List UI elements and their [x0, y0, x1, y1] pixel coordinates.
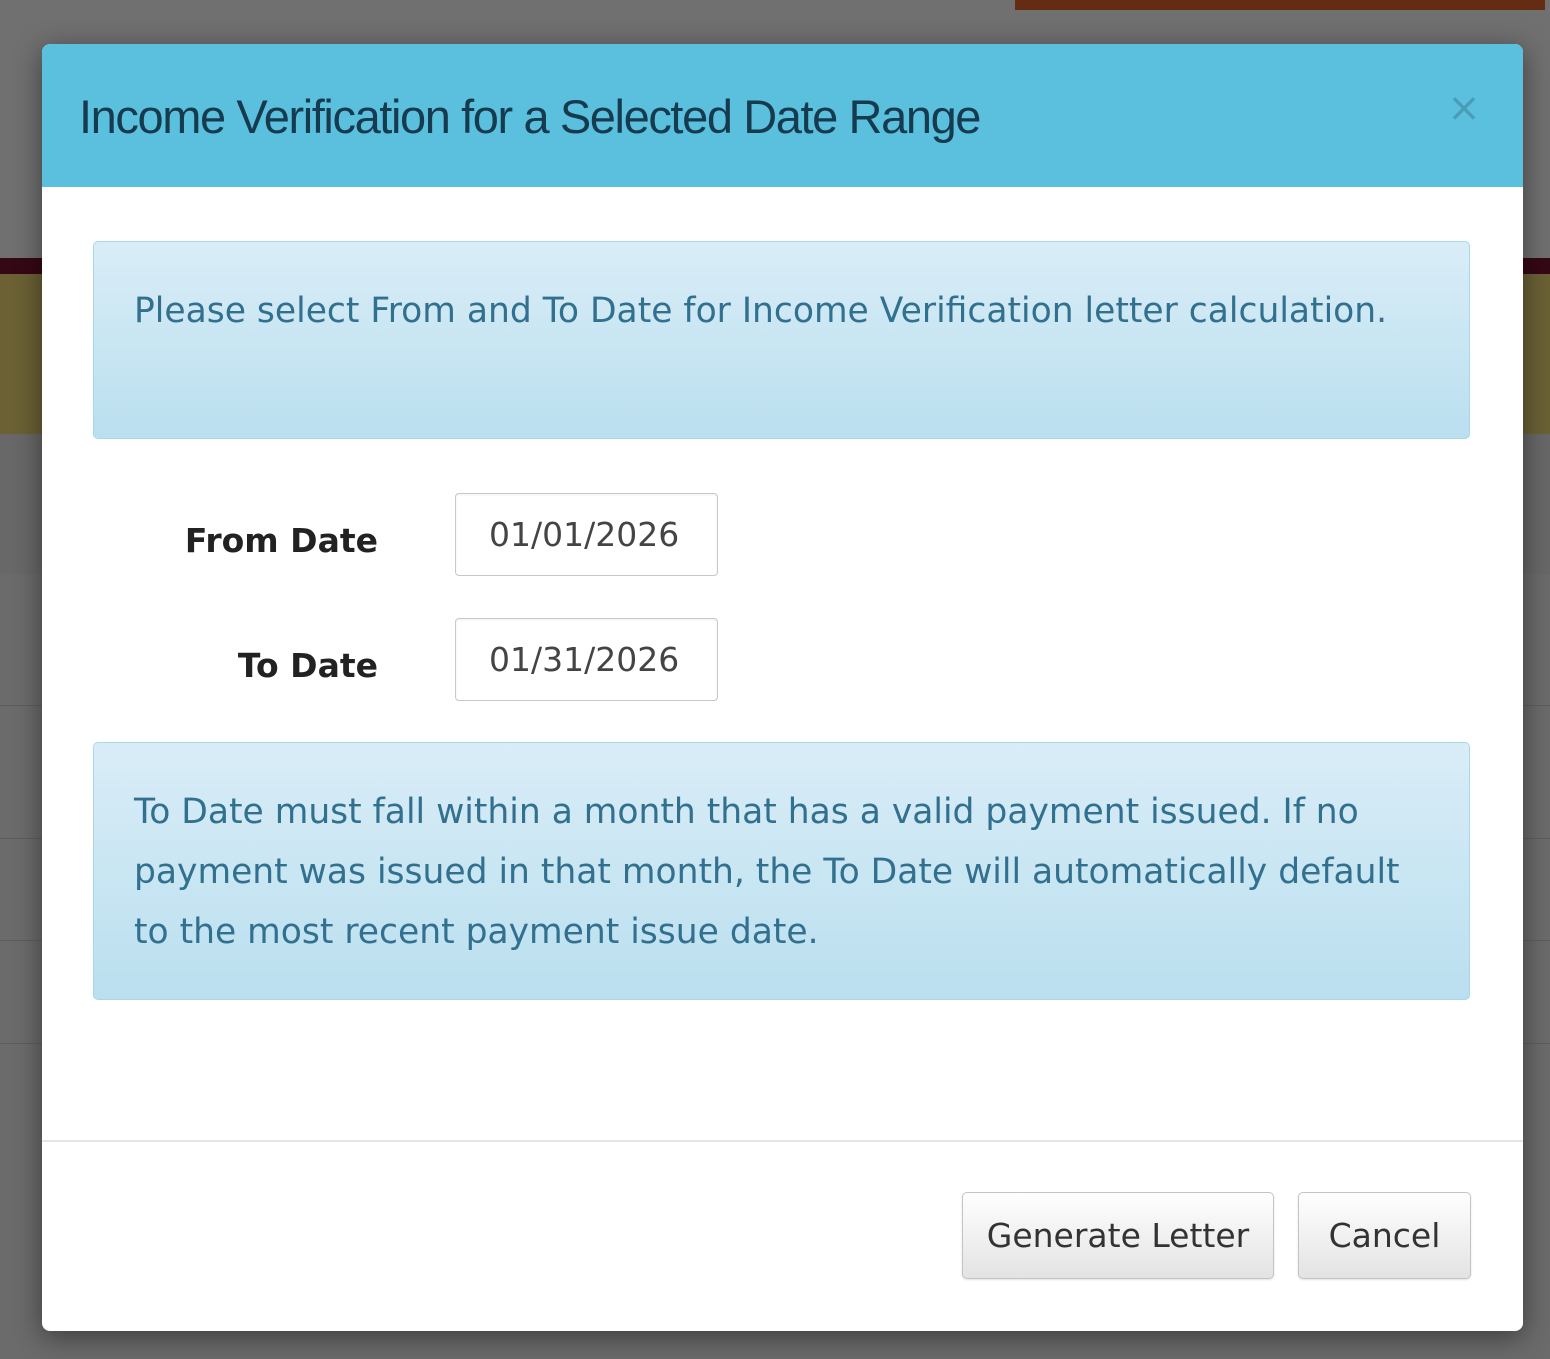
to-date-input[interactable] [455, 618, 718, 701]
modal-title: Income Verification for a Selected Date … [79, 90, 981, 143]
cancel-button[interactable]: Cancel [1298, 1192, 1471, 1279]
notice-alert: To Date must fall within a month that ha… [93, 742, 1470, 1000]
modal-header: Income Verification for a Selected Date … [42, 44, 1523, 187]
close-icon[interactable]: × [1440, 84, 1488, 132]
notice-alert-text: To Date must fall within a month that ha… [134, 792, 1400, 952]
info-alert: Please select From and To Date for Incom… [93, 241, 1470, 439]
to-date-label: To Date [237, 646, 378, 685]
info-alert-text: Please select From and To Date for Incom… [134, 291, 1388, 331]
income-verification-modal: Income Verification for a Selected Date … [42, 44, 1523, 1331]
generate-letter-button[interactable]: Generate Letter [962, 1192, 1274, 1279]
from-date-label: From Date [184, 521, 378, 560]
footer-divider [42, 1140, 1523, 1142]
from-date-input[interactable] [455, 493, 718, 576]
